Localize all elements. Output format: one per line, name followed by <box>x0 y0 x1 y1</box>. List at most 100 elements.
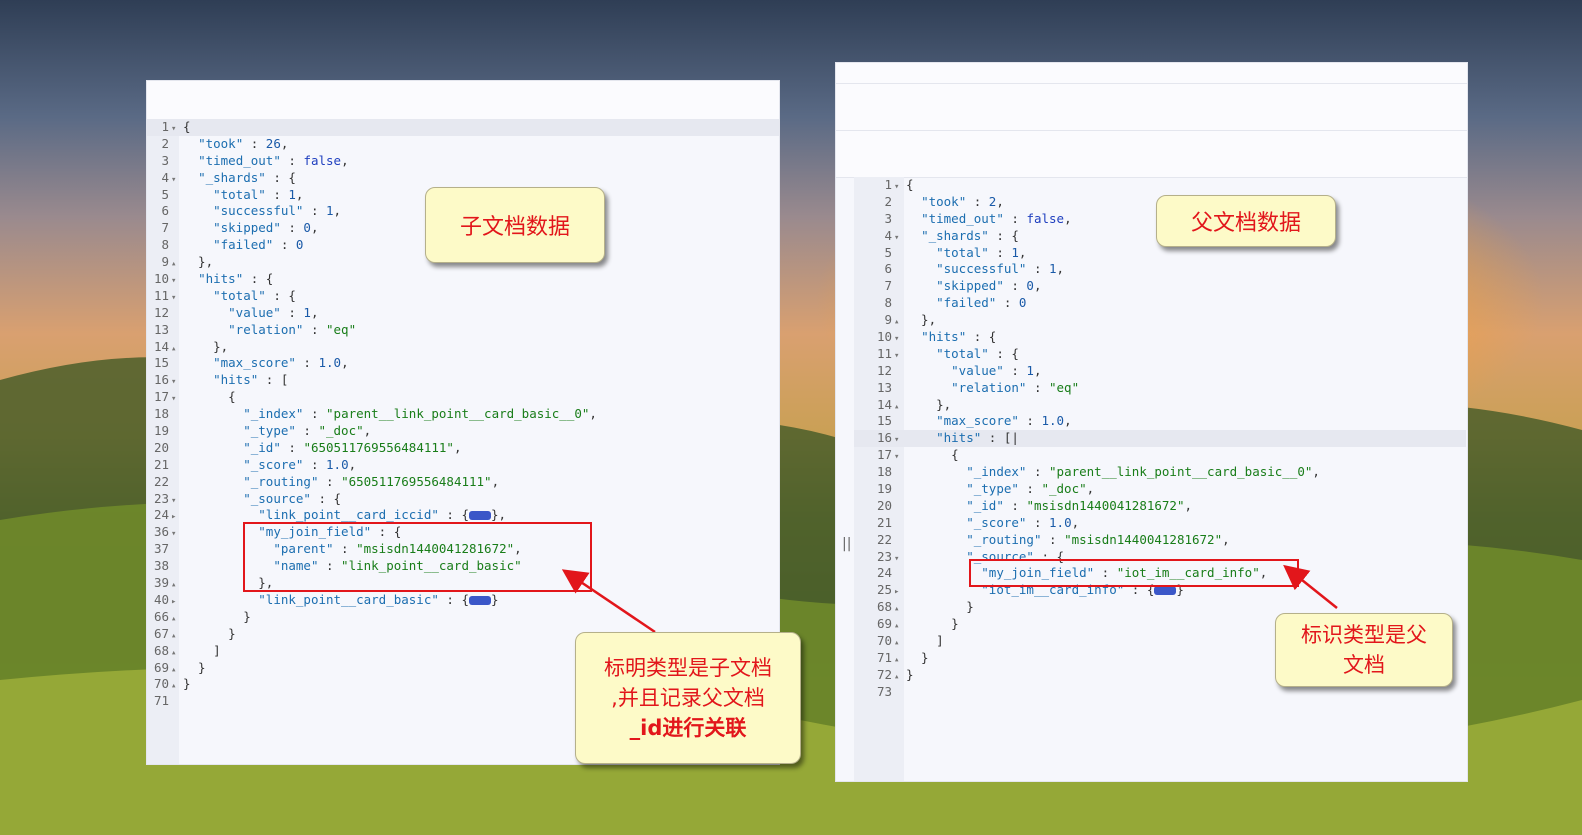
code-line[interactable]: 1 ▾{ <box>854 177 1466 194</box>
code-line[interactable]: 16 ▾ "hits" : [ <box>147 372 779 389</box>
code-text: "relation" : "eq" <box>951 379 1080 395</box>
code-text: } <box>183 625 236 641</box>
line-number: 20 <box>153 439 169 455</box>
code-line[interactable]: 17 ▾ { <box>854 447 1466 464</box>
code-text: "hits" : [| <box>936 430 1019 446</box>
line-number: 17 <box>876 447 892 463</box>
code-line[interactable]: 11 ▾ "total" : { <box>147 288 779 305</box>
code-line[interactable]: 19 "_type" : "_doc", <box>147 423 779 440</box>
line-number: 66 <box>153 608 169 624</box>
code-line[interactable]: 4 ▾ "_shards" : { <box>147 170 779 187</box>
code-line[interactable]: 5 "total" : 1, <box>854 245 1466 262</box>
line-number: 5 <box>884 244 892 260</box>
code-text: ] <box>183 642 221 658</box>
line-number: 4 <box>161 169 169 185</box>
line-number: 3 <box>161 152 169 168</box>
code-line[interactable]: 6 "successful" : 1, <box>854 261 1466 278</box>
code-line[interactable]: 18 "_index" : "parent__link_point__card_… <box>854 464 1466 481</box>
line-number: 69 <box>153 659 169 675</box>
code-line[interactable]: 20 "_id" : "650511769556484111", <box>147 440 779 457</box>
line-number: 69 <box>876 616 892 632</box>
code-line[interactable]: 10 ▾ "hits" : { <box>147 271 779 288</box>
code-line[interactable]: 7 "skipped" : 0, <box>854 278 1466 295</box>
code-line[interactable]: 11 ▾ "total" : { <box>854 346 1466 363</box>
parent-note: 标识类型是父 文档 <box>1275 613 1453 687</box>
code-text: ] <box>906 633 944 649</box>
code-line[interactable]: 14 ▴ }, <box>854 397 1466 414</box>
code-line[interactable]: 1 ▾{ <box>147 119 779 136</box>
code-text: { <box>906 447 959 463</box>
code-text: "total" : { <box>936 345 1019 361</box>
line-number: 15 <box>876 413 892 429</box>
code-line[interactable]: 8 "failed" : 0 <box>854 295 1466 312</box>
line-number: 10 <box>876 329 892 345</box>
line-number: 18 <box>153 406 169 422</box>
code-line[interactable]: 12 "value" : 1, <box>854 363 1466 380</box>
line-number: 70 <box>153 676 169 692</box>
code-line[interactable]: 18 "_index" : "parent__link_point__card_… <box>147 406 779 423</box>
line-number: 37 <box>153 541 169 557</box>
line-number: 16 <box>153 372 169 388</box>
line-number: 23 <box>876 548 892 564</box>
code-text: } <box>906 649 929 665</box>
code-line[interactable]: 13 "relation" : "eq" <box>854 380 1466 397</box>
code-text: { <box>183 389 236 405</box>
code-text: "took" : 26, <box>198 135 289 151</box>
code-line[interactable]: 19 "_type" : "_doc", <box>854 481 1466 498</box>
code-text: } <box>183 676 191 692</box>
line-number: 11 <box>153 287 169 303</box>
fold-toggle-icon[interactable]: ▴ <box>171 645 179 662</box>
line-number: 8 <box>884 295 892 311</box>
child-note: 标明类型是子文档 ,并且记录父文档 _id进行关联 <box>575 632 801 764</box>
code-line[interactable]: 22 "_routing" : "msisdn1440041281672", <box>854 532 1466 549</box>
code-line[interactable]: 3 "timed_out" : false, <box>147 153 779 170</box>
line-number: 18 <box>876 464 892 480</box>
code-line[interactable]: 15 "max_score" : 1.0, <box>854 413 1466 430</box>
code-text: "_shards" : { <box>921 227 1019 243</box>
panel-toolbar <box>836 63 1467 84</box>
code-text: } <box>183 608 251 624</box>
code-text: "hits" : [ <box>213 372 289 388</box>
code-text: "max_score" : 1.0, <box>213 355 349 371</box>
code-line[interactable]: 21 "_score" : 1.0, <box>147 457 779 474</box>
line-number: 71 <box>153 693 169 709</box>
code-line[interactable]: 15 "max_score" : 1.0, <box>147 355 779 372</box>
pane-resize-handle[interactable]: || <box>842 536 851 552</box>
code-line[interactable]: 66 ▴ } <box>147 609 779 626</box>
parent-data-label: 父文档数据 <box>1156 195 1336 247</box>
code-line[interactable]: 9 ▴ }, <box>854 312 1466 329</box>
line-number: 12 <box>876 362 892 378</box>
child-join-field-highlight <box>243 522 592 592</box>
code-line[interactable]: 13 "relation" : "eq" <box>147 322 779 339</box>
code-line[interactable]: 21 "_score" : 1.0, <box>854 515 1466 532</box>
code-line[interactable]: 22 "_routing" : "650511769556484111", <box>147 474 779 491</box>
child-data-label: 子文档数据 <box>425 187 605 263</box>
line-number: 20 <box>876 497 892 513</box>
line-number: 19 <box>153 423 169 439</box>
code-text: "skipped" : 0, <box>936 278 1042 294</box>
collapsed-object-icon[interactable] <box>1154 586 1177 596</box>
code-text: "_id" : "650511769556484111", <box>243 439 462 455</box>
code-line[interactable]: 20 "_id" : "msisdn1440041281672", <box>854 498 1466 515</box>
code-text: "successful" : 1, <box>213 203 342 219</box>
code-text: "link_point__card_iccid" : {}, <box>258 507 507 523</box>
panel-toolbar-secondary <box>836 84 1467 131</box>
code-line[interactable]: 14 ▴ }, <box>147 339 779 356</box>
code-text: { <box>183 119 191 134</box>
line-number: 25 <box>876 582 892 598</box>
line-number: 21 <box>153 456 169 472</box>
line-number: 73 <box>876 683 892 699</box>
code-line[interactable]: 16 ▾ "hits" : [| <box>854 430 1466 448</box>
collapsed-object-icon[interactable] <box>469 511 491 521</box>
code-line[interactable]: 10 ▾ "hits" : { <box>854 329 1466 346</box>
code-line[interactable]: 2 "took" : 26, <box>147 136 779 153</box>
collapsed-object-icon[interactable] <box>469 595 491 605</box>
code-line[interactable]: 17 ▾ { <box>147 389 779 406</box>
line-number: 40 <box>153 591 169 607</box>
line-number: 8 <box>161 237 169 253</box>
line-number: 22 <box>153 473 169 489</box>
code-line[interactable]: 40 ▸ "link_point__card_basic" : {} <box>147 592 779 609</box>
code-line[interactable]: 23 ▾ "_source" : { <box>147 491 779 508</box>
line-number: 12 <box>153 304 169 320</box>
code-line[interactable]: 12 "value" : 1, <box>147 305 779 322</box>
